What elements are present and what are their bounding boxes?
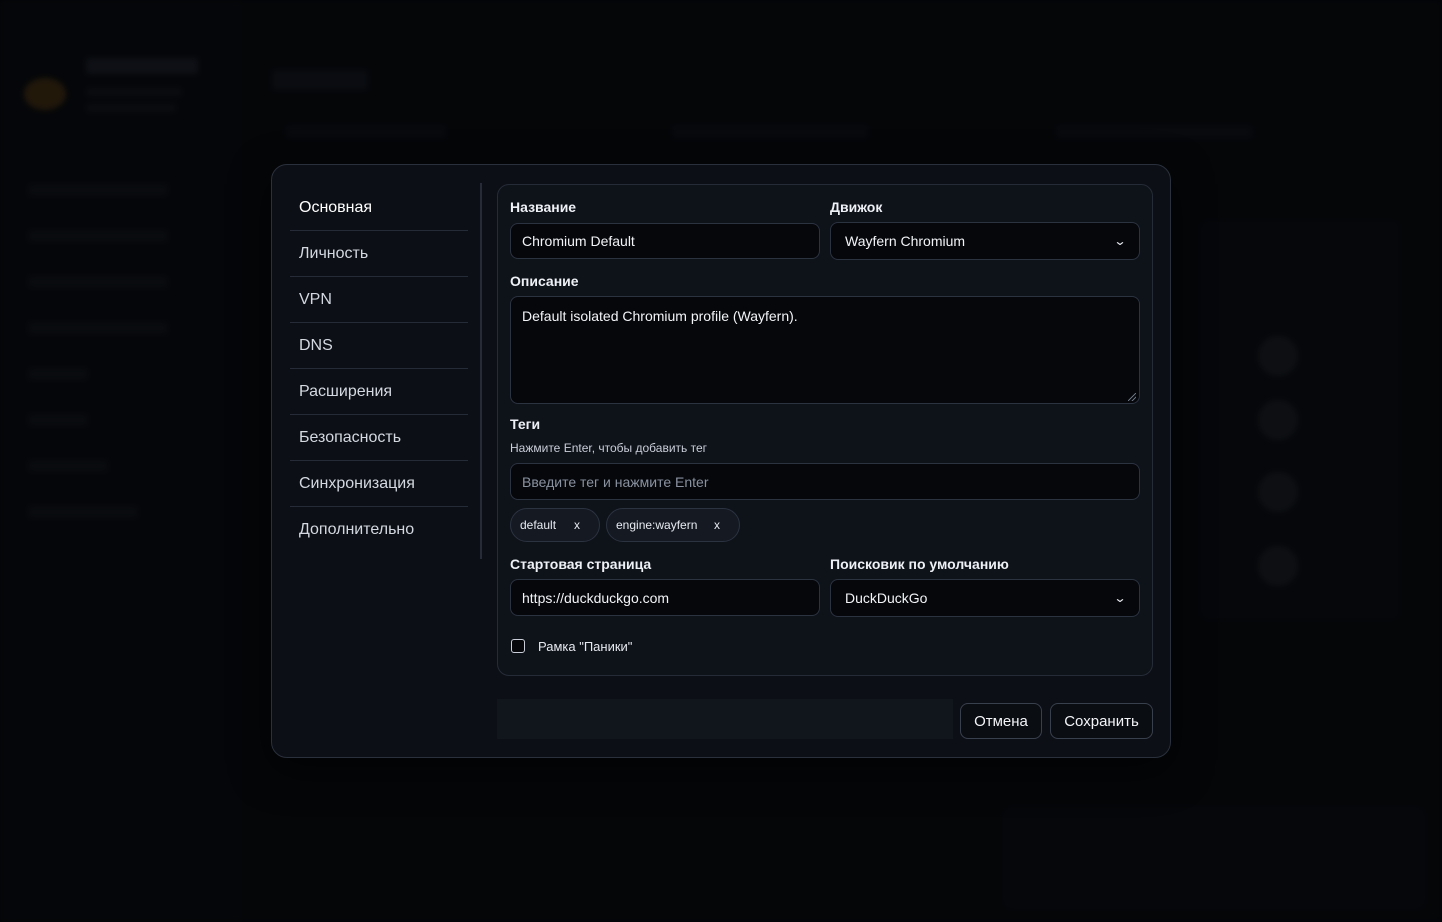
cancel-button[interactable]: Отмена <box>960 703 1042 739</box>
tags-label: Теги <box>510 416 541 432</box>
engine-select[interactable]: Wayfern Chromium ⌄ <box>830 222 1140 260</box>
chevron-down-icon: ⌄ <box>1113 234 1127 248</box>
close-icon[interactable]: x <box>714 518 720 532</box>
tags-hint: Нажмите Enter, чтобы добавить тег <box>510 441 708 455</box>
engine-label: Движок <box>830 199 883 215</box>
search-engine-select[interactable]: DuckDuckGo ⌄ <box>830 579 1140 617</box>
save-button[interactable]: Сохранить <box>1050 703 1153 739</box>
search-engine-select-value: DuckDuckGo <box>845 590 928 606</box>
description-textarea[interactable]: Default isolated Chromium profile (Wayfe… <box>510 296 1140 404</box>
start-page-input[interactable]: https://duckduckgo.com <box>510 579 820 616</box>
nav-item-security[interactable]: Безопасность <box>290 415 468 461</box>
nav-item-general[interactable]: Основная <box>290 185 468 231</box>
tag-label: engine:wayfern <box>616 518 698 532</box>
dialog-footer <box>497 699 953 739</box>
tag-list: default x engine:wayfern x <box>510 508 1140 544</box>
nav-item-sync[interactable]: Синхронизация <box>290 461 468 507</box>
general-settings-form: Название Chromium Default Движок Wayfern… <box>497 184 1153 676</box>
panic-frame-label: Рамка "Паники" <box>538 639 633 654</box>
profile-edit-dialog: Основная Личность VPN DNS Расширения Без… <box>271 164 1171 758</box>
chevron-down-icon: ⌄ <box>1113 591 1127 605</box>
settings-nav: Основная Личность VPN DNS Расширения Без… <box>290 185 468 553</box>
panic-frame-checkbox[interactable] <box>511 639 525 653</box>
resize-grip-icon[interactable] <box>1128 393 1136 401</box>
nav-item-dns[interactable]: DNS <box>290 323 468 369</box>
tag-chip: engine:wayfern x <box>606 508 740 542</box>
close-icon[interactable]: x <box>574 518 580 532</box>
search-engine-label: Поисковик по умолчанию <box>830 556 1009 572</box>
name-input[interactable]: Chromium Default <box>510 223 820 259</box>
description-text: Default isolated Chromium profile (Wayfe… <box>522 308 798 324</box>
tag-input[interactable]: Введите тег и нажмите Enter <box>510 463 1140 500</box>
nav-item-extensions[interactable]: Расширения <box>290 369 468 415</box>
nav-item-vpn[interactable]: VPN <box>290 277 468 323</box>
tag-label: default <box>520 518 557 532</box>
engine-select-value: Wayfern Chromium <box>845 233 966 249</box>
start-page-label: Стартовая страница <box>510 556 652 572</box>
nav-item-identity[interactable]: Личность <box>290 231 468 277</box>
nav-divider <box>480 183 482 559</box>
nav-item-advanced[interactable]: Дополнительно <box>290 507 468 553</box>
tag-chip: default x <box>510 508 600 542</box>
name-label: Название <box>510 199 577 215</box>
description-label: Описание <box>510 273 579 289</box>
